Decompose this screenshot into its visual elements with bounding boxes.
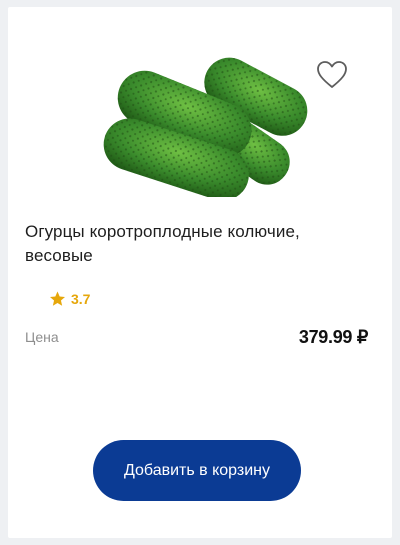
add-to-cart-button[interactable]: Добавить в корзину (93, 440, 301, 501)
rating-value: 3.7 (71, 291, 91, 307)
product-rating: 3.7 (48, 290, 90, 308)
price-value: 379.99 ₽ (298, 327, 368, 347)
heart-outline-icon[interactable] (316, 60, 348, 90)
product-card: Огурцы коротроплодные колючие, весовые 3… (8, 7, 392, 538)
product-title: Огурцы коротроплодные колючие, весовые (25, 222, 300, 265)
star-icon (50, 291, 65, 306)
product-image (103, 57, 308, 197)
price-label: Цена (25, 329, 59, 345)
